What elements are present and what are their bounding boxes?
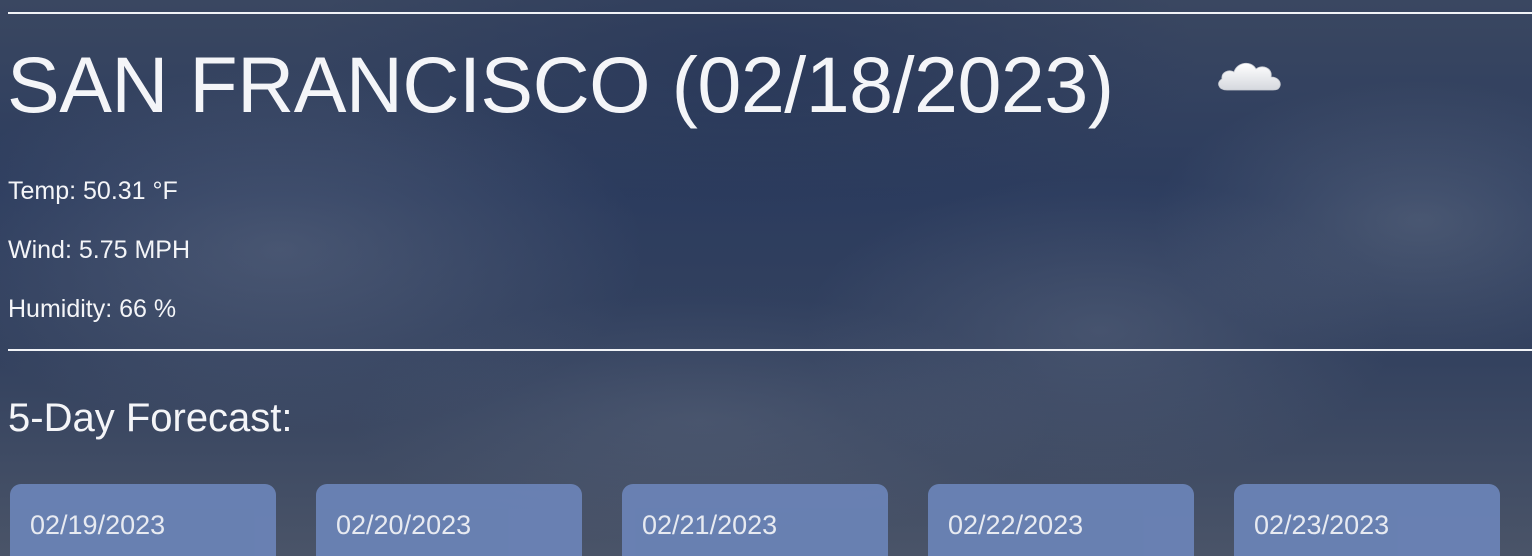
forecast-date: 02/23/2023 [1254,510,1390,540]
forecast-date: 02/19/2023 [30,510,166,540]
forecast-card: 02/21/2023 [622,484,888,556]
forecast-date: 02/20/2023 [336,510,472,540]
forecast-card: 02/22/2023 [928,484,1194,556]
city-date-title: SAN FRANCISCO (02/18/2023) [7,40,1114,129]
cloud-icon [1213,52,1287,98]
section-divider [8,349,1532,351]
forecast-card: 02/23/2023 [1234,484,1500,556]
forecast-card: 02/19/2023 [10,484,276,556]
forecast-date: 02/22/2023 [948,510,1084,540]
top-divider [8,12,1532,14]
temperature-text: Temp: 50.31 °F [8,177,178,205]
forecast-heading: 5-Day Forecast: [8,396,293,440]
humidity-text: Humidity: 66 % [8,295,177,323]
forecast-card: 02/20/2023 [316,484,582,556]
forecast-date: 02/21/2023 [642,510,778,540]
wind-text: Wind: 5.75 MPH [8,236,191,264]
